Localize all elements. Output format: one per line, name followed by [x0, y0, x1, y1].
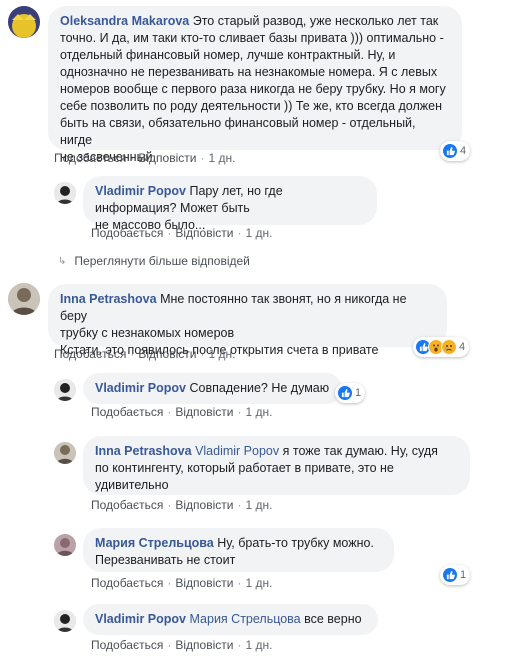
like-link[interactable]: Подобається: [54, 151, 126, 165]
comment-text: однозначно не перезванивать на незнакомы…: [60, 65, 438, 79]
avatar[interactable]: [54, 610, 76, 632]
avatar[interactable]: [54, 379, 76, 401]
avatar[interactable]: [54, 442, 76, 464]
avatar[interactable]: [8, 6, 40, 38]
like-link[interactable]: Подобається: [91, 576, 163, 590]
comment-text: Совпадение? Не думаю: [189, 381, 330, 395]
like-link[interactable]: Подобається: [91, 226, 163, 240]
reply-link[interactable]: Відповісти: [138, 347, 196, 361]
comment-actions: Подобається · Відповісти · 1 дн.: [91, 226, 273, 240]
comment-author[interactable]: Vladimir Popov: [95, 184, 186, 198]
comment-text: отдельный финансовый номер, лучше контра…: [60, 48, 396, 62]
comment-text: Перезванивать не стоит: [95, 553, 236, 567]
reply-link[interactable]: Відповісти: [175, 226, 233, 240]
reaction-count-label: 1: [355, 387, 362, 399]
avatar[interactable]: [54, 182, 76, 204]
like-link[interactable]: Подобається: [91, 405, 163, 419]
timestamp[interactable]: 1 дн.: [208, 347, 235, 361]
comment-actions: Подобається · Відповісти · 1 дн.: [91, 576, 273, 590]
reaction-count[interactable]: 4: [413, 337, 470, 357]
comment-text: по контингенту, который работает в прива…: [95, 461, 394, 475]
comment-text: удивительно: [95, 478, 169, 492]
comment-text: все верно: [304, 612, 362, 626]
comment-bubble: Vladimir Popov Мария Стрельцова все верн…: [83, 604, 378, 635]
comment-bubble: Vladimir Popov Совпадение? Не думаю: [83, 373, 342, 404]
reply-arrow-icon: ↳: [58, 255, 67, 267]
comment-author[interactable]: Мария Стрельцова: [95, 536, 214, 550]
timestamp[interactable]: 1 дн.: [208, 151, 235, 165]
comment-text: точно. И да, им таки кто-то сливает базы…: [60, 31, 444, 45]
comment-actions: Подобається · Відповісти · 1 дн.: [54, 151, 236, 165]
comment-bubble: Oleksandra Makarova Это старый развод, у…: [48, 6, 462, 164]
comment-bubble: Inna Petrashova Мне постоянно так звонят…: [48, 284, 447, 357]
comment-bubble: Мария Стрельцова Ну, брать-то трубку мож…: [83, 528, 394, 572]
comment-author[interactable]: Vladimir Popov: [95, 612, 186, 626]
reply-link[interactable]: Відповісти: [138, 151, 196, 165]
reaction-count[interactable]: 1: [440, 565, 471, 585]
timestamp[interactable]: 1 дн.: [245, 638, 272, 652]
timestamp[interactable]: 1 дн.: [245, 226, 272, 240]
mention-link[interactable]: Мария Стрельцова: [189, 612, 300, 626]
comment-text: трубку с незнакомых номеров: [60, 326, 235, 340]
like-link[interactable]: Подобається: [54, 347, 126, 361]
like-link[interactable]: Подобається: [91, 498, 163, 512]
like-icon: [442, 567, 458, 583]
reply-link[interactable]: Відповісти: [175, 576, 233, 590]
timestamp[interactable]: 1 дн.: [245, 498, 272, 512]
reply-link[interactable]: Відповісти: [175, 638, 233, 652]
avatar[interactable]: [8, 283, 40, 315]
comment-actions: Подобається · Відповісти · 1 дн.: [54, 347, 236, 361]
reply-link[interactable]: Відповісти: [175, 405, 233, 419]
comment-actions: Подобається · Відповісти · 1 дн.: [91, 405, 273, 419]
reaction-count-label: 4: [460, 145, 467, 157]
comment-bubble: Vladimir Popov Пару лет, но где информац…: [83, 176, 377, 232]
timestamp[interactable]: 1 дн.: [245, 576, 272, 590]
comment-text: быть на связи, обязательно финансовый но…: [60, 116, 416, 147]
timestamp[interactable]: 1 дн.: [245, 405, 272, 419]
comment-text: себе позволить по роду деятельности )) Т…: [60, 99, 442, 113]
reply-link[interactable]: Відповісти: [175, 498, 233, 512]
reaction-count-label: 4: [459, 341, 466, 353]
comment-text: я тоже так думаю. Ну, судя: [282, 444, 438, 458]
comment-author[interactable]: Vladimir Popov: [95, 381, 186, 395]
comment-text: Это старый развод, уже несколько лет так: [192, 14, 439, 28]
comment-text: номеров вообще с первого раза никогда не…: [60, 82, 446, 96]
reaction-count-label: 1: [460, 569, 467, 581]
like-icon: [442, 143, 458, 159]
comment-author[interactable]: Inna Petrashova: [60, 292, 157, 306]
sad-icon: [441, 339, 457, 355]
reaction-count[interactable]: 1: [335, 383, 366, 403]
comment-bubble: Inna Petrashova Vladimir Popov я тоже та…: [83, 436, 470, 495]
reaction-count[interactable]: 4: [440, 141, 471, 161]
view-more-replies[interactable]: ↳ Переглянути більше відповідей: [58, 254, 250, 268]
avatar[interactable]: [54, 534, 76, 556]
like-icon: [337, 385, 353, 401]
comment-author[interactable]: Inna Petrashova: [95, 444, 192, 458]
like-link[interactable]: Подобається: [91, 638, 163, 652]
mention-link[interactable]: Vladimir Popov: [195, 444, 279, 458]
comment-author[interactable]: Oleksandra Makarova: [60, 14, 189, 28]
comment-actions: Подобається · Відповісти · 1 дн.: [91, 638, 273, 652]
comment-text: Ну, брать-то трубку можно.: [217, 536, 374, 550]
comment-actions: Подобається · Відповісти · 1 дн.: [91, 498, 273, 512]
